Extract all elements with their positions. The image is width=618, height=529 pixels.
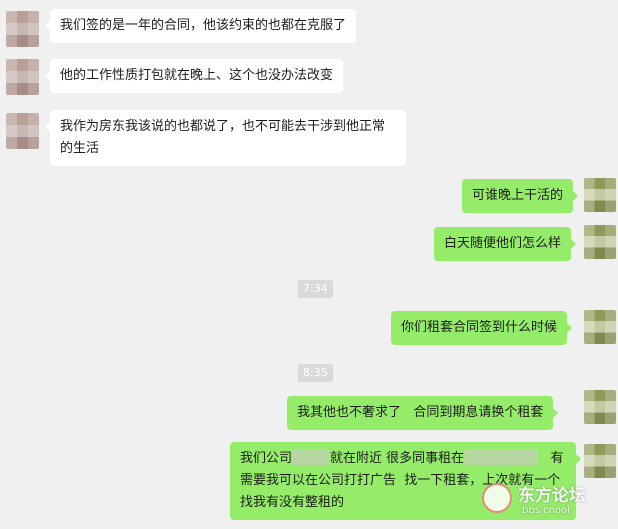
timestamp: 8:35 <box>298 364 333 382</box>
avatar-self[interactable] <box>584 225 616 259</box>
message-bubble-outgoing: 你们租套合同签到什么时候 <box>391 311 573 345</box>
message-bubble-incoming: 我作为房东我该说的也都说了，也不可能去干涉到他正常的生活 <box>45 110 406 166</box>
message-bubble-outgoing: 白天随便他们怎么样 <box>434 227 577 261</box>
avatar-contact[interactable] <box>6 113 39 149</box>
redacted-text <box>292 449 331 465</box>
site-watermark: 东方论坛 bbs.cnool <box>482 477 612 525</box>
avatar-contact[interactable] <box>6 11 39 47</box>
avatar-self[interactable] <box>584 178 616 212</box>
timestamp: 7:34 <box>298 280 333 298</box>
message-bubble-incoming: 我们签的是一年的合同，他该约束的也都在克服了 <box>44 9 357 43</box>
avatar-self[interactable] <box>584 310 616 344</box>
message-bubble-incoming: 他的工作性质打包就在晚上、这个也没办法改变 <box>44 59 344 93</box>
message-bubble-outgoing: 可谁晚上干活的 <box>462 179 579 213</box>
message-text: 就在附近 很多同事租在 <box>330 451 465 466</box>
watermark-logo-icon <box>482 483 512 513</box>
redacted-text <box>464 449 539 465</box>
message-bubble-outgoing: 我其他也不奢求了 合同到期息请换个租套 <box>287 396 559 430</box>
message-text: 我们公司 <box>240 451 293 466</box>
watermark-name: 东方论坛 <box>518 486 586 506</box>
avatar-self[interactable] <box>584 444 616 478</box>
watermark-url: bbs.cnool <box>522 505 570 516</box>
avatar-contact[interactable] <box>6 59 39 95</box>
avatar-self[interactable] <box>584 390 616 424</box>
